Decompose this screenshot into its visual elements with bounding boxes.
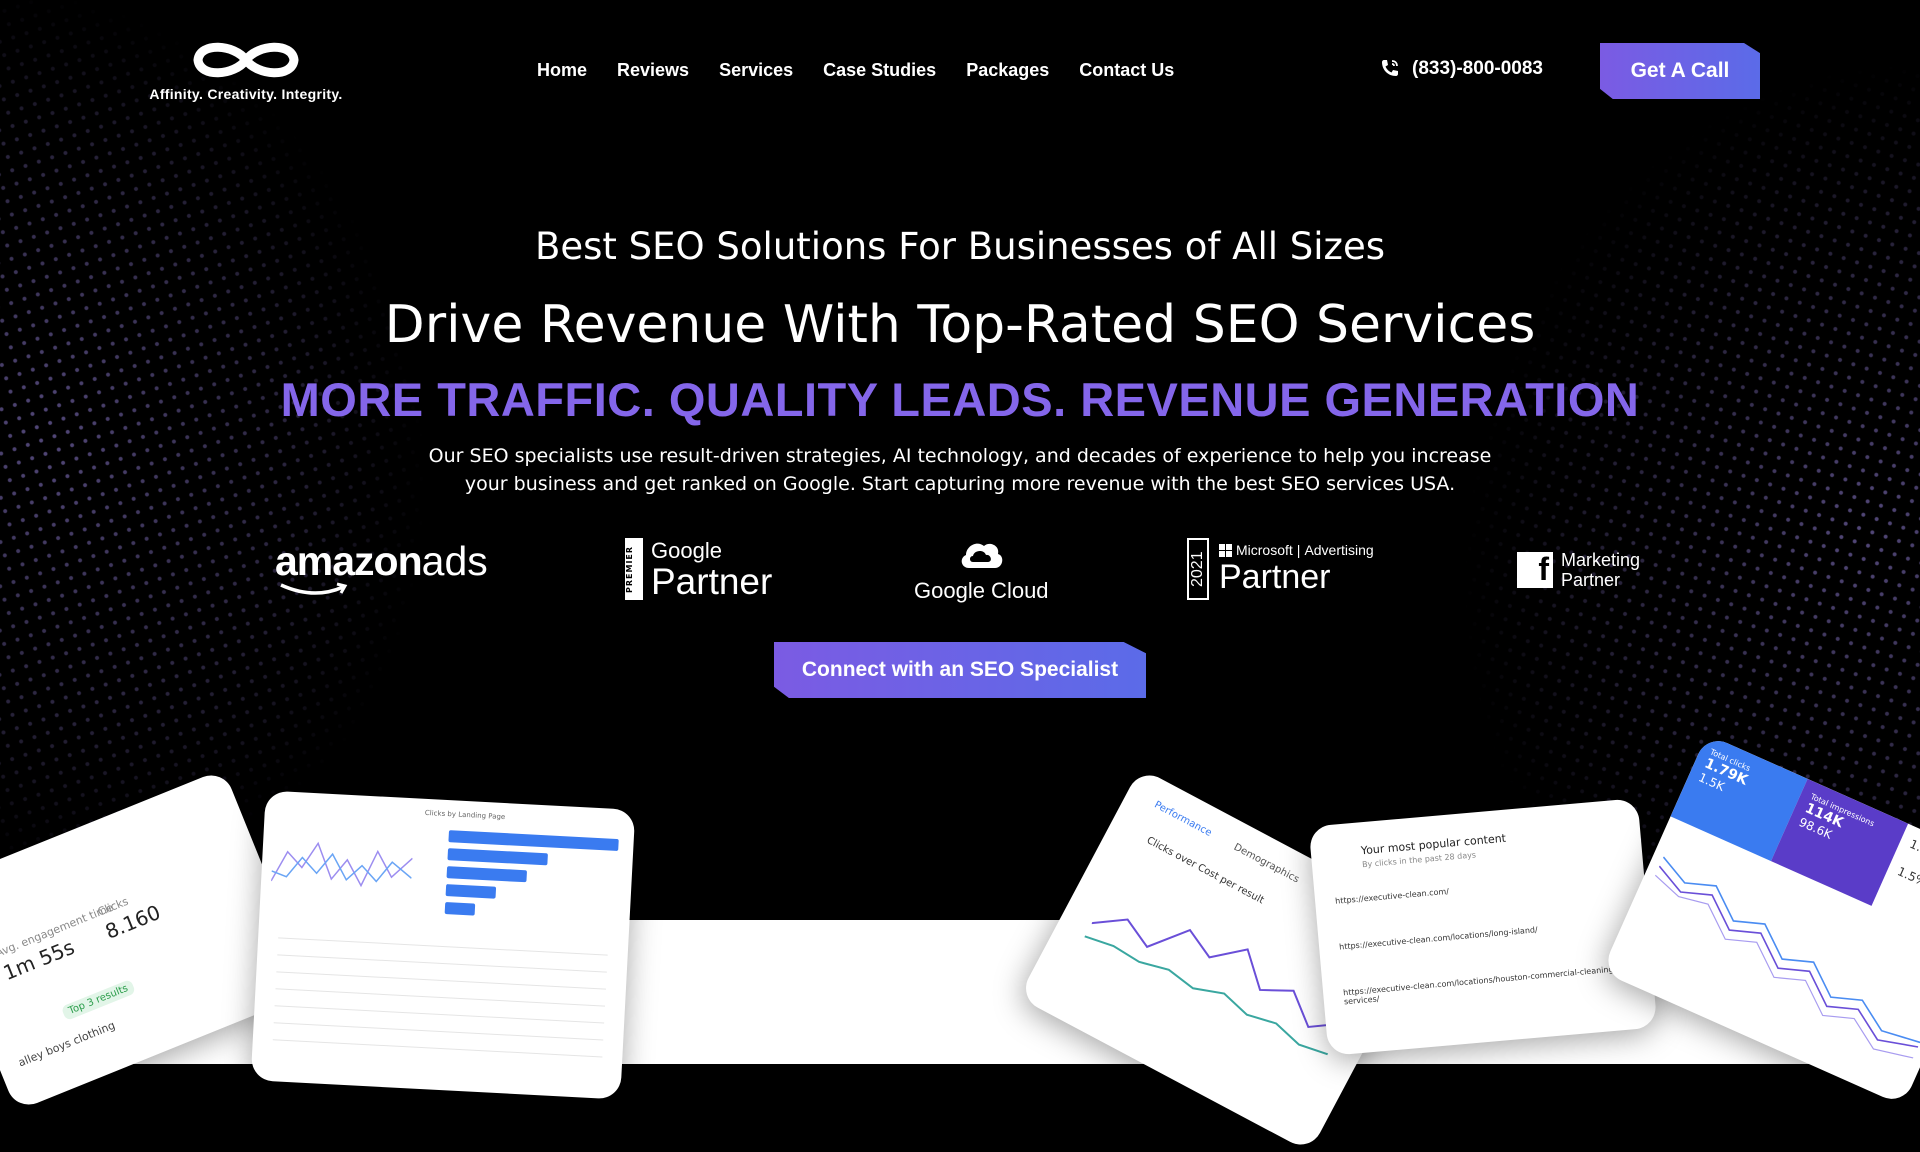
premier-badge: PREMIER bbox=[625, 538, 643, 600]
facebook-partner-line2: Partner bbox=[1561, 570, 1621, 590]
card3-tab-performance: Performance bbox=[1152, 799, 1214, 839]
card2-bar bbox=[446, 866, 528, 883]
nav-services[interactable]: Services bbox=[719, 60, 793, 81]
microsoft-separator: | bbox=[1296, 542, 1301, 558]
search-console-screenshot-card-4: Your most popular content By clicks in t… bbox=[1308, 798, 1658, 1056]
microsoft-program: Advertising bbox=[1304, 542, 1374, 558]
card3-tab-demographics: Demographics bbox=[1231, 841, 1301, 886]
logo-tagline: Affinity. Creativity. Integrity. bbox=[149, 86, 343, 102]
card2-bar bbox=[448, 830, 619, 852]
main-nav: Home Reviews Services Case Studies Packa… bbox=[537, 60, 1174, 81]
card4-url-1: https://executive-clean.com/ bbox=[1334, 886, 1450, 906]
get-a-call-button[interactable]: Get A Call bbox=[1600, 43, 1760, 99]
nav-home[interactable]: Home bbox=[537, 60, 587, 81]
infinity-icon bbox=[193, 42, 299, 78]
facebook-icon: f bbox=[1517, 551, 1553, 588]
analytics-screenshot-card-2: Clicks by Landing Page bbox=[250, 790, 636, 1100]
nav-reviews[interactable]: Reviews bbox=[617, 60, 689, 81]
google-cloud-logo: Google Cloud bbox=[914, 538, 1049, 604]
facebook-partner-line1: Marketing bbox=[1561, 550, 1641, 570]
phone-icon bbox=[1382, 60, 1398, 76]
card2-table bbox=[272, 921, 609, 1058]
logo[interactable]: Affinity. Creativity. Integrity. bbox=[136, 38, 356, 108]
phone-number: (833)-800-0083 bbox=[1412, 58, 1543, 79]
microsoft-partner-label: Partner bbox=[1219, 558, 1331, 596]
nav-case-studies[interactable]: Case Studies bbox=[823, 60, 936, 81]
amazon-ads-suffix: ads bbox=[421, 538, 488, 584]
card1-badge: Top 3 results bbox=[60, 978, 137, 1021]
card5-ctr: 1.6% bbox=[1907, 836, 1920, 863]
card2-title: Clicks by Landing Page bbox=[424, 808, 506, 822]
card5-prev-ctr: 1.5% bbox=[1895, 864, 1920, 890]
amazon-wordmark: amazon bbox=[275, 538, 423, 584]
hero-subtitle: Best SEO Solutions For Businesses of All… bbox=[534, 225, 1386, 268]
phone-link[interactable]: (833)-800-0083 bbox=[1378, 58, 1543, 80]
card4-url-3: https://executive-clean.com/locations/ho… bbox=[1342, 964, 1617, 1007]
microsoft-brand: Microsoft bbox=[1236, 542, 1293, 558]
google-partner-line2: Partner bbox=[651, 561, 773, 602]
card1-query: alley boys clothing bbox=[16, 1018, 117, 1070]
card2-bar bbox=[444, 902, 476, 916]
card2-bar bbox=[447, 848, 548, 866]
partner-logos: amazonads PREMIER Google Partner Google … bbox=[0, 538, 1920, 608]
amazon-ads-logo: amazonads bbox=[275, 538, 488, 595]
nav-contact-us[interactable]: Contact Us bbox=[1079, 60, 1174, 81]
hero-tagline: MORE TRAFFIC. QUALITY LEADS. REVENUE GEN… bbox=[280, 373, 1640, 426]
cloud-icon bbox=[961, 543, 1003, 568]
microsoft-advertising-partner-logo: 2021 Microsoft | Advertising Partner bbox=[1187, 538, 1374, 600]
card2-line-chart bbox=[270, 841, 413, 888]
facebook-marketing-partner-logo: f Marketing Partner bbox=[1517, 550, 1640, 590]
connect-seo-specialist-button[interactable]: Connect with an SEO Specialist bbox=[774, 642, 1146, 698]
google-partner-logo: PREMIER Google Partner bbox=[625, 538, 772, 600]
google-cloud-label: Google Cloud bbox=[914, 578, 1049, 603]
hero-title: Drive Revenue With Top-Rated SEO Service… bbox=[384, 295, 1536, 355]
hero-description: Our SEO specialists use result-driven st… bbox=[428, 445, 1492, 495]
microsoft-icon bbox=[1219, 543, 1232, 557]
card2-bar bbox=[445, 884, 497, 899]
nav-packages[interactable]: Packages bbox=[966, 60, 1049, 81]
card4-url-2: https://executive-clean.com/locations/lo… bbox=[1338, 925, 1539, 952]
amazon-smile-icon bbox=[280, 582, 348, 595]
partner-year: 2021 bbox=[1187, 538, 1209, 600]
